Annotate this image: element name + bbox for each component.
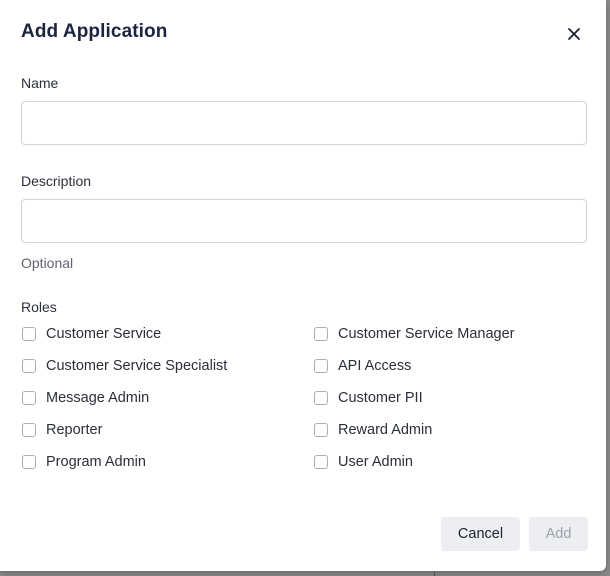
role-label: Customer Service [46, 326, 162, 342]
checkbox[interactable] [314, 327, 328, 341]
checkbox[interactable] [314, 359, 328, 373]
checkbox[interactable] [314, 391, 328, 405]
checkbox[interactable] [22, 327, 36, 341]
checkbox[interactable] [314, 455, 328, 469]
role-label: Customer Service Manager [338, 326, 515, 342]
role-checkbox-api-access[interactable]: API Access [314, 358, 411, 374]
role-checkbox-program-admin[interactable]: Program Admin [22, 454, 146, 470]
role-label: Message Admin [46, 390, 150, 406]
role-label: Reporter [46, 422, 103, 438]
name-input[interactable] [21, 101, 587, 145]
description-input[interactable] [21, 199, 587, 243]
role-label: Reward Admin [338, 422, 433, 438]
add-button[interactable]: Add [529, 517, 588, 551]
role-checkbox-customer-service-manager[interactable]: Customer Service Manager [314, 326, 515, 342]
name-label: Name [21, 75, 59, 91]
dialog-title: Add Application [21, 21, 168, 42]
checkbox[interactable] [314, 423, 328, 437]
role-label: Customer Service Specialist [46, 358, 228, 374]
background-fragment [434, 572, 435, 576]
role-checkbox-customer-service[interactable]: Customer Service [22, 326, 161, 342]
roles-label: Roles [21, 299, 57, 315]
role-checkbox-reporter[interactable]: Reporter [22, 422, 102, 438]
role-checkbox-reward-admin[interactable]: Reward Admin [314, 422, 432, 438]
role-checkbox-customer-service-specialist[interactable]: Customer Service Specialist [22, 358, 227, 374]
description-label: Description [21, 173, 92, 189]
checkbox[interactable] [22, 359, 36, 373]
checkbox[interactable] [22, 455, 36, 469]
role-label: User Admin [338, 454, 413, 470]
close-icon [568, 28, 580, 40]
role-label: Program Admin [46, 454, 146, 470]
role-checkbox-customer-pii[interactable]: Customer PII [314, 390, 423, 406]
checkbox[interactable] [22, 423, 36, 437]
role-label: Customer PII [338, 390, 423, 406]
role-label: API Access [338, 358, 412, 374]
role-checkbox-message-admin[interactable]: Message Admin [22, 390, 149, 406]
close-button[interactable] [562, 22, 586, 46]
checkbox[interactable] [22, 391, 36, 405]
description-helper-text: Optional [21, 255, 74, 271]
add-application-dialog: Add Application Name Description Optiona… [0, 0, 606, 571]
cancel-button[interactable]: Cancel [441, 517, 520, 551]
role-checkbox-user-admin[interactable]: User Admin [314, 454, 413, 470]
